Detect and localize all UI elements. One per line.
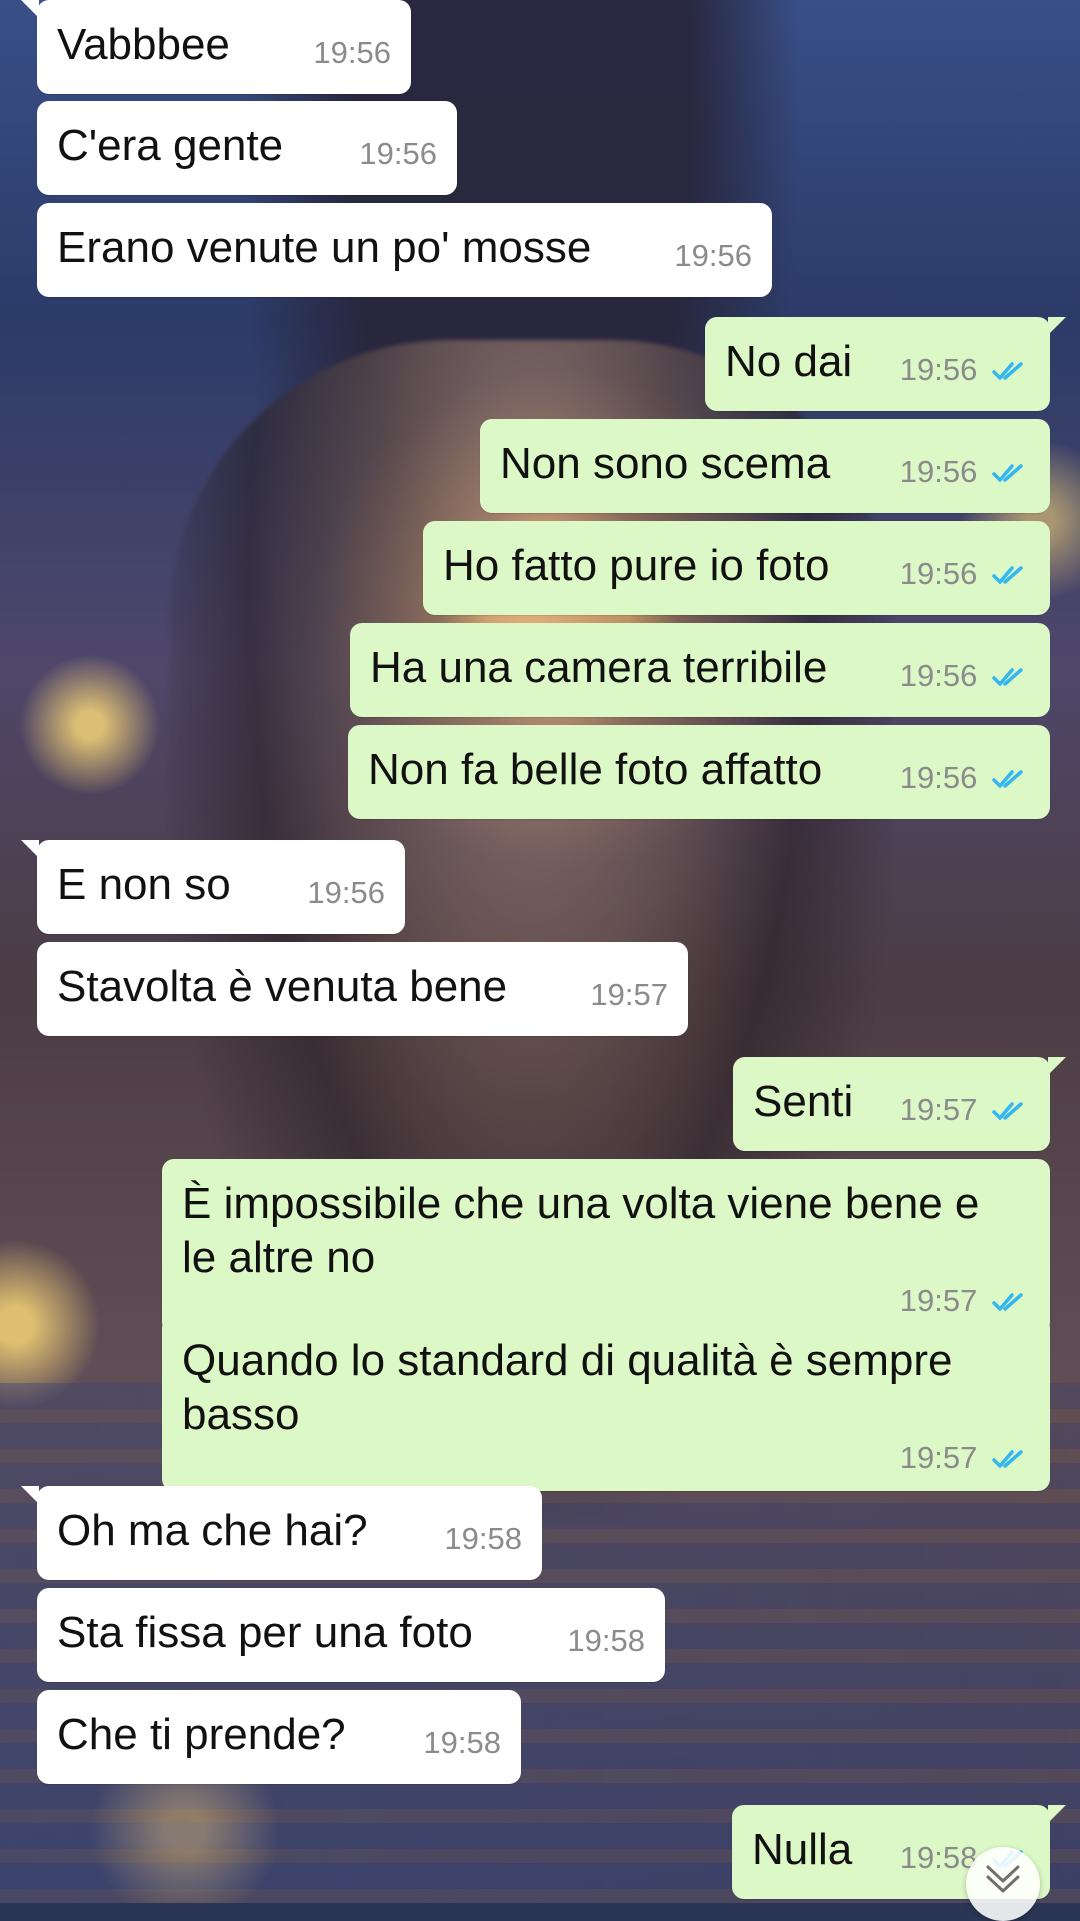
message-meta: 19:56 — [900, 759, 1030, 797]
incoming-message[interactable]: Sta fissa per una foto 19:58 — [37, 1588, 665, 1682]
outgoing-message[interactable]: È impossibile che una volta viene bene e… — [162, 1159, 1050, 1335]
double-check-icon — [992, 1102, 1023, 1120]
message-time: 19:56 — [899, 760, 978, 795]
outgoing-message[interactable]: Non sono scema 19:56 — [480, 419, 1050, 513]
message-text: Non sono scema — [500, 439, 831, 488]
message-time: 19:57 — [899, 1283, 978, 1319]
chat-message-list[interactable]: Vabbbee 19:56 C'era gente 19:56 Erano ve… — [0, 0, 1080, 1903]
message-meta: 19:56 — [900, 555, 1030, 593]
outgoing-message[interactable]: Non fa belle foto affatto 19:56 — [348, 725, 1050, 819]
double-check-icon — [992, 668, 1023, 686]
message-time: 19:56 — [899, 454, 978, 489]
message-time: 19:57 — [899, 1092, 978, 1127]
message-time: 19:56 — [899, 556, 978, 591]
outgoing-message[interactable]: No dai 19:56 — [705, 317, 1066, 411]
message-text: C'era gente — [57, 121, 284, 170]
message-meta: 19:57 — [900, 1091, 1030, 1129]
incoming-message[interactable]: Erano venute un po' mosse 19:56 — [37, 203, 772, 297]
incoming-message[interactable]: Vabbbee 19:56 — [21, 0, 411, 94]
message-time: 19:56 — [674, 238, 752, 273]
double-check-icon — [992, 566, 1023, 584]
message-time: 19:56 — [899, 352, 978, 387]
message-text: No dai — [725, 337, 853, 386]
outgoing-message[interactable]: Ha una camera terribile 19:56 — [350, 623, 1050, 717]
double-check-icon — [992, 1293, 1023, 1312]
double-check-icon — [992, 1450, 1023, 1469]
message-text: Ha una camera terribile — [370, 643, 828, 692]
message-meta: 19:57 — [900, 1282, 1030, 1320]
message-time: 19:56 — [899, 658, 978, 693]
incoming-message[interactable]: Oh ma che hai? 19:58 — [21, 1486, 542, 1580]
message-time: 19:58 — [567, 1623, 645, 1658]
message-text: Erano venute un po' mosse — [57, 223, 592, 272]
message-time: 19:56 — [359, 136, 437, 171]
message-time: 19:58 — [444, 1521, 522, 1556]
message-time: 19:58 — [423, 1725, 501, 1760]
message-text: Quando lo standard di qualità è sempre b… — [182, 1336, 953, 1439]
message-text: Senti — [753, 1077, 854, 1126]
message-text: Sta fissa per una foto — [57, 1608, 473, 1657]
message-text: Non fa belle foto affatto — [368, 745, 823, 794]
message-text: Nulla — [752, 1825, 853, 1874]
outgoing-message[interactable]: Ho fatto pure io foto 19:56 — [423, 521, 1050, 615]
message-text: Ho fatto pure io foto — [443, 541, 830, 590]
message-meta: 19:56 — [900, 351, 1030, 389]
message-text: Stavolta è venuta bene — [57, 962, 508, 1011]
scroll-to-bottom-button[interactable] — [966, 1847, 1040, 1921]
message-text: Vabbbee — [57, 20, 230, 69]
incoming-message[interactable]: E non so 19:56 — [21, 840, 405, 934]
message-time: 19:56 — [307, 875, 385, 910]
message-meta: 19:56 — [900, 453, 1030, 491]
double-check-icon — [992, 362, 1023, 380]
incoming-message[interactable]: Che ti prende? 19:58 — [37, 1690, 521, 1784]
incoming-message[interactable]: Stavolta è venuta bene 19:57 — [37, 942, 688, 1036]
message-time: 19:57 — [590, 977, 668, 1012]
message-text: È impossibile che una volta viene bene e… — [182, 1179, 980, 1282]
message-text: Che ti prende? — [57, 1710, 346, 1759]
message-meta: 19:57 — [900, 1439, 1030, 1477]
message-time: 19:57 — [899, 1440, 978, 1476]
outgoing-message[interactable]: Senti 19:57 — [733, 1057, 1066, 1151]
incoming-message[interactable]: C'era gente 19:56 — [37, 101, 457, 195]
message-text: Oh ma che hai? — [57, 1506, 368, 1555]
chevron-down-icon — [986, 1865, 1020, 1893]
outgoing-message[interactable]: Quando lo standard di qualità è sempre b… — [162, 1316, 1050, 1492]
message-text: E non so — [57, 860, 231, 909]
message-time: 19:58 — [899, 1840, 978, 1875]
message-time: 19:56 — [313, 35, 391, 70]
message-meta: 19:56 — [900, 657, 1030, 695]
double-check-icon — [992, 770, 1023, 788]
double-check-icon — [992, 464, 1023, 482]
